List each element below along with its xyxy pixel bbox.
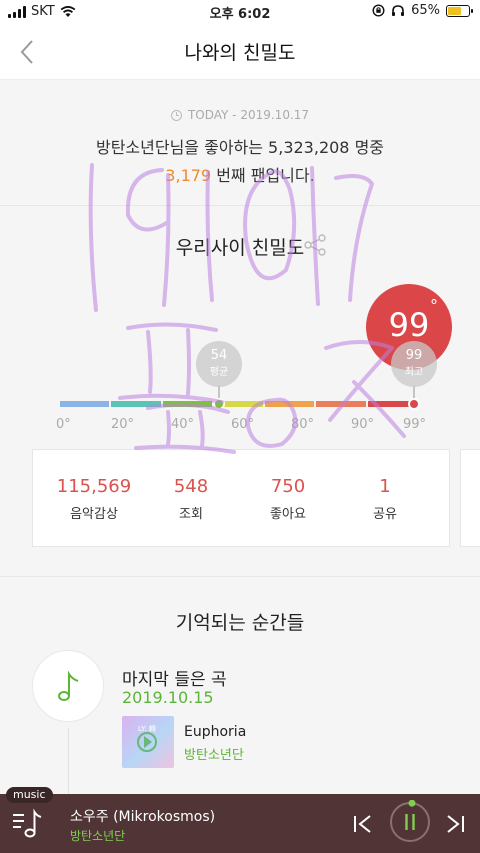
tick-label: 90° [351,417,375,432]
battery-icon [446,4,473,17]
now-playing-title: 소우주 (Mikrokosmos) [70,809,216,825]
tick-label: 99° [403,417,427,432]
bar-segment [60,401,110,407]
album-cover[interactable]: LY: 轉 [122,716,174,768]
stat-listens: 115,569 음악감상 [46,476,142,522]
intimacy-scale: 0° 20° 40° 60° 80° 90° 99° [0,417,480,435]
stat-value: 750 [270,476,306,497]
rotation-lock-icon [372,4,385,17]
intimacy-title: 우리사이 친밀도 [175,237,305,259]
app-header: 나와의 친밀도 [0,24,480,80]
tick-label: 20° [111,417,135,432]
fan-rank-number: 3,179 [165,166,212,185]
moments-title: 기억되는 순간들 [175,612,305,634]
tick-label: 0° [56,417,71,432]
battery-percent: 65% [411,3,440,18]
stat-value: 115,569 [56,476,132,497]
moments-section: 기억되는 순간들 마지막 들은 곡 2019.10.15 LY: 轉 Eupho… [0,578,480,794]
average-marker: 54 평균 [196,341,242,387]
intimacy-score-unit: ° [430,296,438,315]
intimacy-section: 우리사이 친밀도 99 ° 54 평균 99 최고 0° 20° 40° 60°… [0,207,480,577]
status-bar: SKT 오후 6:02 65% [0,0,480,24]
bar-segment [162,401,212,407]
play-icon [137,732,157,752]
stat-likes: 750 좋아요 [240,476,336,522]
page-title: 나와의 친밀도 [184,42,296,64]
stat-shares: 1 공유 [337,476,433,522]
fan-rank-text: 3,179 번째 팬입니다. [0,162,480,186]
average-label: 평균 [209,367,229,378]
next-track-icon[interactable] [444,814,466,834]
activity-stats-card[interactable]: 115,569 음악감상 548 조회 750 좋아요 1 공유 [32,449,450,547]
stat-value: 548 [173,476,209,497]
moment-title: 마지막 들은 곡 [122,670,227,690]
average-dot [213,398,225,410]
fan-rank-summary: TODAY - 2019.10.17 방탄소년단님을 좋아하는 5,323,20… [0,81,480,206]
mini-player[interactable]: music 소우주 (Mikrokosmos) 방탄소년단 [0,787,480,853]
tick-label: 60° [231,417,255,432]
stat-views: 548 조회 [143,476,239,522]
stat-label: 좋아요 [270,507,306,522]
stat-label: 공유 [373,507,397,522]
headphones-icon [392,5,405,16]
intimacy-score: 99 [388,306,430,344]
music-tag: music [6,787,53,803]
best-label: 최고 [404,367,424,378]
intimacy-gradient-bar [60,401,417,407]
best-value: 99 [405,348,423,363]
playlist-icon[interactable] [10,806,44,840]
fan-rank-suffix: 번째 팬입니다. [211,166,315,185]
tick-label: 80° [291,417,315,432]
album-artist[interactable]: 방탄소년단 [184,744,244,763]
timeline-line [68,728,69,794]
fan-count-text: 방탄소년단님을 좋아하는 5,323,208 명중 [95,138,385,157]
previous-track-icon[interactable] [352,814,374,834]
moment-date: 2019.10.15 [122,688,214,707]
music-note-badge [32,650,104,722]
best-marker: 99 최고 [391,341,437,387]
bar-segment [111,401,161,407]
status-right: 65% [372,3,473,18]
average-value: 54 [210,348,228,363]
bar-segment [265,401,315,407]
album-title[interactable]: Euphoria [184,724,246,740]
next-stats-card[interactable] [460,449,480,547]
tick-label: 40° [171,417,195,432]
share-icon[interactable] [303,234,327,256]
stat-label: 음악감상 [70,507,118,522]
music-note-icon [58,671,79,701]
today-label: TODAY - 2019.10.17 [0,108,480,122]
now-playing-artist: 방탄소년단 [70,829,126,843]
stat-label: 조회 [179,507,203,522]
bar-segment [316,401,366,407]
clock-icon [170,109,182,121]
pause-icon[interactable] [388,800,432,844]
stat-value: 1 [379,476,391,497]
today-date: TODAY - 2019.10.17 [187,108,310,122]
best-dot [408,398,420,410]
